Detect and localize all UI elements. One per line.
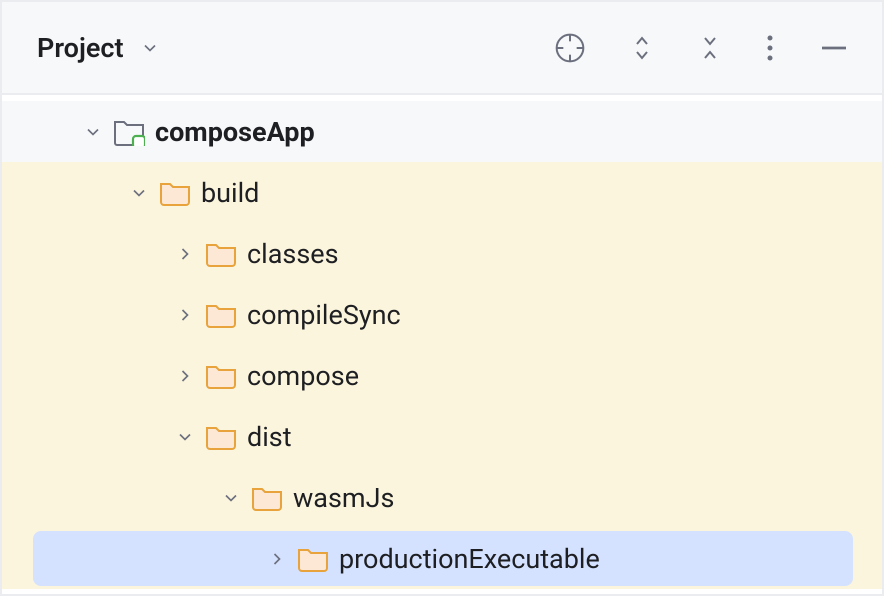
- folder-icon: [251, 484, 283, 512]
- chevron-right-icon[interactable]: [175, 366, 195, 386]
- project-tree: composeApp build classes: [2, 95, 882, 589]
- tree-label: composeApp: [155, 116, 315, 148]
- folder-icon: [205, 362, 237, 390]
- more-options-icon[interactable]: [766, 33, 774, 63]
- chevron-down-icon[interactable]: [175, 427, 195, 447]
- expand-all-icon[interactable]: [630, 33, 654, 63]
- project-tool-window: Project: [0, 0, 884, 596]
- folder-icon: [205, 423, 237, 451]
- folder-icon: [297, 545, 329, 573]
- chevron-right-icon[interactable]: [175, 305, 195, 325]
- tree-label: dist: [247, 421, 292, 453]
- header-actions: [554, 32, 850, 64]
- chevron-right-icon[interactable]: [175, 244, 195, 264]
- tree-label: build: [201, 177, 259, 209]
- select-opened-file-icon[interactable]: [554, 32, 586, 64]
- folder-icon: [205, 301, 237, 329]
- tree-row-compose[interactable]: compose: [2, 345, 882, 406]
- tree-label: classes: [247, 238, 339, 270]
- folder-icon: [159, 179, 191, 207]
- module-folder-icon: [113, 118, 145, 146]
- tree-label: wasmJs: [293, 482, 394, 514]
- tree-row-composeApp[interactable]: composeApp: [2, 101, 882, 162]
- chevron-down-icon[interactable]: [140, 38, 160, 58]
- folder-icon: [205, 240, 237, 268]
- hide-panel-icon[interactable]: [818, 32, 850, 64]
- tree-row-wasmJs[interactable]: wasmJs: [2, 467, 882, 528]
- tree-label: productionExecutable: [339, 543, 600, 575]
- tree-row-classes[interactable]: classes: [2, 223, 882, 284]
- tree-label: compose: [247, 360, 359, 392]
- tree-row-compileSync[interactable]: compileSync: [2, 284, 882, 345]
- chevron-down-icon[interactable]: [83, 122, 103, 142]
- project-header: Project: [2, 2, 882, 95]
- tree-row-dist[interactable]: dist: [2, 406, 882, 467]
- collapse-all-icon[interactable]: [698, 33, 722, 63]
- tree-row-productionExecutable[interactable]: productionExecutable: [2, 528, 882, 589]
- tree-label: compileSync: [247, 299, 401, 331]
- chevron-down-icon[interactable]: [129, 183, 149, 203]
- project-view-selector[interactable]: Project: [37, 32, 124, 64]
- chevron-down-icon[interactable]: [221, 488, 241, 508]
- chevron-right-icon[interactable]: [267, 549, 287, 569]
- tree-row-build[interactable]: build: [2, 162, 882, 223]
